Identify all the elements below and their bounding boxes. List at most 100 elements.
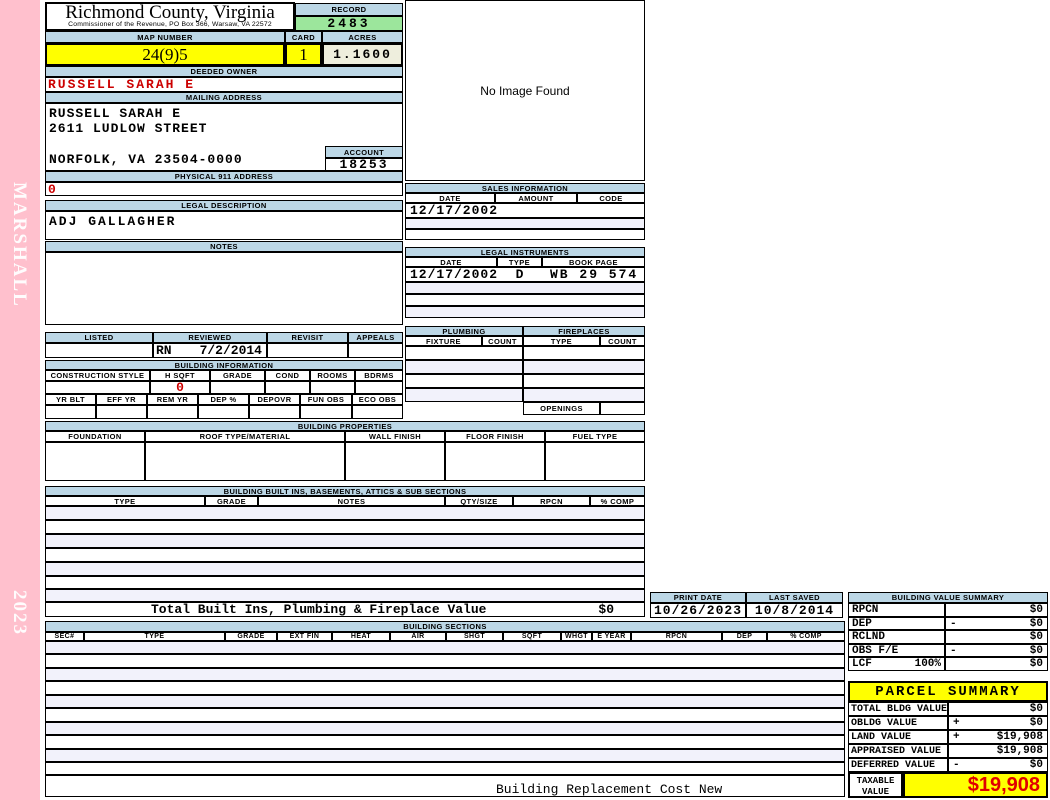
- openings-value: [600, 402, 645, 415]
- bvs-obsfe-label-cell: OBS F/E: [848, 644, 945, 657]
- parcel-summary-title: PARCEL SUMMARY: [848, 681, 1048, 702]
- instrument-date-header: DATE: [405, 257, 497, 267]
- plumbing-row-empty: [405, 388, 523, 402]
- building-value-summary-title: BUILDING VALUE SUMMARY: [848, 592, 1048, 603]
- last-saved-label: LAST SAVED: [746, 592, 843, 603]
- roof-header: ROOF TYPE/MATERIAL: [145, 431, 345, 442]
- appeals-value: [348, 343, 403, 358]
- funobs-value: [300, 405, 352, 419]
- rooms-value: [310, 381, 355, 394]
- deeded-owner-label: DEEDED OWNER: [45, 66, 403, 77]
- floorfinish-value: [445, 442, 545, 481]
- account-value: 18253: [325, 158, 403, 171]
- plumbing-row-empty: [405, 360, 523, 374]
- construction-style-value: [45, 381, 150, 394]
- rooms-header: ROOMS: [310, 370, 355, 381]
- grade-value: [210, 381, 265, 394]
- map-number-label: MAP NUMBER: [45, 31, 285, 43]
- hsqft-value: 0: [150, 381, 210, 394]
- fireplace-row-empty: [523, 360, 645, 374]
- bs-row-empty: [45, 722, 845, 735]
- builtins-row-empty: [45, 548, 645, 562]
- reviewed-value: RN 7/2/2014: [153, 343, 267, 358]
- bs-row-empty: [45, 641, 845, 654]
- instrument-row-empty: [405, 282, 645, 294]
- builtins-grade-header: GRADE: [205, 496, 258, 506]
- bs-grade-header: GRADE: [225, 632, 277, 641]
- bs-air-header: AIR: [390, 632, 446, 641]
- print-date-value: 10/26/2023: [650, 603, 746, 618]
- bs-row-empty: [45, 695, 845, 708]
- depovr-value: [249, 405, 300, 419]
- ecoobs-header: ECO OBS: [352, 394, 403, 405]
- assessment-year-vertical: 2023: [9, 590, 30, 636]
- construction-style-header: CONSTRUCTION STYLE: [45, 370, 150, 381]
- builtins-row-empty: [45, 520, 645, 534]
- bvs-value: $0: [1029, 658, 1043, 670]
- bvs-obsfe-value-cell: - $0: [945, 644, 1048, 657]
- depovr-header: DEPOVR: [249, 394, 300, 405]
- bs-dep-header: DEP: [722, 632, 767, 641]
- ps-appraised-value: $19,908: [948, 744, 1048, 758]
- taxable-value-label: TAXABLE VALUE: [848, 772, 903, 798]
- physical-911-label: PHYSICAL 911 ADDRESS: [45, 171, 403, 182]
- bvs-op: -: [950, 617, 957, 630]
- bs-shgt-header: SHGT: [446, 632, 503, 641]
- fireplace-count-header: COUNT: [600, 336, 645, 346]
- instrument-type-header: TYPE: [497, 257, 542, 267]
- plumbing-count-header: COUNT: [482, 336, 523, 346]
- reviewed-date: 7/2/2014: [199, 343, 262, 358]
- fireplaces-title: FIREPLACES: [523, 326, 645, 336]
- bvs-label: OBS F/E: [852, 644, 899, 657]
- bvs-lcf-value-cell: $0: [945, 657, 1048, 671]
- last-saved-value: 10/8/2014: [746, 603, 843, 618]
- bs-sec-header: SEC#: [45, 632, 84, 641]
- funobs-header: FUN OBS: [300, 394, 352, 405]
- floorfinish-header: FLOOR FINISH: [445, 431, 545, 442]
- bs-row-empty: [45, 762, 845, 775]
- ps-obldg-value: + $0: [948, 716, 1048, 730]
- ps-land-label: LAND VALUE: [848, 730, 948, 744]
- account-label: ACCOUNT: [325, 146, 403, 158]
- bvs-lcf-label-cell: LCF 100%: [848, 657, 945, 671]
- bvs-sub: 100%: [914, 658, 941, 670]
- bs-footer-row: Building Replacement Cost New: [45, 775, 845, 797]
- builtins-type-header: TYPE: [45, 496, 205, 506]
- builtins-notes-header: NOTES: [258, 496, 445, 506]
- builtins-total-row: Total Built Ins, Plumbing & Fireplace Va…: [45, 602, 645, 617]
- county-title: Richmond County, Virginia: [65, 2, 275, 23]
- builtins-rpcn-header: RPCN: [513, 496, 590, 506]
- revisit-label: REVISIT: [267, 332, 348, 343]
- card-value: 1: [285, 43, 322, 66]
- commissioner-line: Commissioner of the Revenue, PO Box 366,…: [68, 21, 272, 28]
- bs-type-header: TYPE: [84, 632, 225, 641]
- ecoobs-value: [352, 405, 403, 419]
- fueltype-header: FUEL TYPE: [545, 431, 645, 442]
- bvs-dep-value-cell: - $0: [945, 617, 1048, 630]
- map-number-value: 24(9)5: [45, 43, 285, 66]
- bvs-rpcn-label-cell: RPCN: [848, 603, 945, 617]
- bs-row-empty: [45, 681, 845, 695]
- mailing-address-label: MAILING ADDRESS: [45, 92, 403, 103]
- builtins-row-empty: [45, 589, 645, 602]
- ps-op: +: [953, 717, 960, 729]
- ps-op: -: [953, 759, 960, 771]
- listed-value: [45, 343, 153, 358]
- foundation-value: [45, 442, 145, 481]
- builtins-qty-header: QTY/SIZE: [445, 496, 513, 506]
- print-date-label: PRINT DATE: [650, 592, 746, 603]
- builtins-comp-header: % COMP: [590, 496, 645, 506]
- physical-911-value: 0: [45, 182, 403, 196]
- effyr-value: [96, 405, 147, 419]
- legal-description-label: LEGAL DESCRIPTION: [45, 200, 403, 211]
- ps-value: $0: [1029, 703, 1043, 715]
- bdrms-value: [355, 381, 403, 394]
- builtins-total-value: $0: [598, 602, 614, 617]
- bdrms-header: BDRMS: [355, 370, 403, 381]
- card-label: CARD: [285, 31, 322, 43]
- ps-deferred-value: - $0: [948, 758, 1048, 772]
- record-label: RECORD: [295, 3, 403, 16]
- bs-row-empty: [45, 735, 845, 749]
- builtins-row-empty: [45, 506, 645, 520]
- sales-row-empty: [405, 218, 645, 229]
